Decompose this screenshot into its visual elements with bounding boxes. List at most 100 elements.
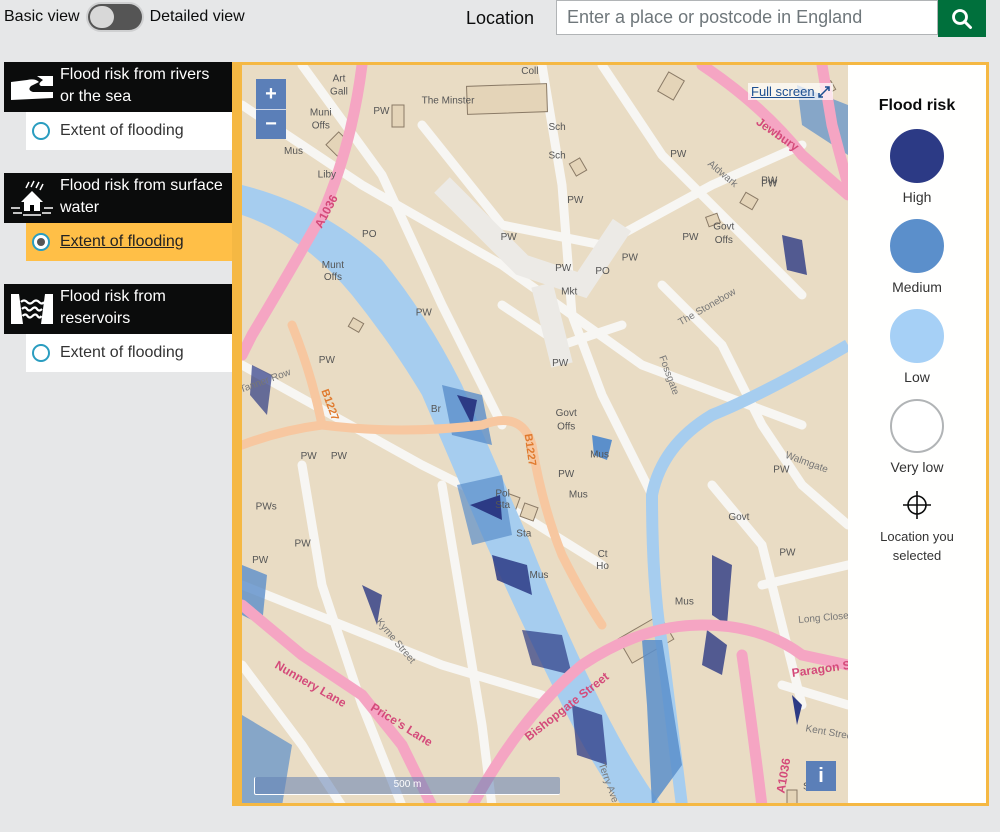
- map-place-label: Mus: [569, 490, 588, 501]
- crosshair-icon: [903, 491, 931, 519]
- map-place-label: Gall: [330, 87, 348, 98]
- map-place-label: PW: [301, 451, 318, 462]
- layer-title: Flood risk from rivers or the sea: [60, 66, 210, 105]
- map-place-label: Munt: [322, 260, 344, 271]
- legend-label: Low: [904, 369, 930, 385]
- map-place-label: PW: [373, 106, 390, 117]
- map-container[interactable]: Art Gall Coll The Minster Muni Offs PW Sch Mus Sc…: [232, 62, 989, 806]
- map-place-label: Offs: [324, 272, 342, 283]
- layer-header: Flood risk from surface water: [4, 173, 232, 223]
- map-place-label: Govt: [728, 512, 749, 523]
- layer-option-extent[interactable]: Extent of flooding: [26, 223, 232, 261]
- map-place-label: Mus: [284, 146, 303, 157]
- map-place-label: PO: [362, 229, 377, 240]
- map-place-label: PW: [682, 232, 699, 243]
- map-place-label: PW: [555, 263, 572, 274]
- legend-item-medium: Medium: [848, 219, 986, 295]
- expand-arrows-icon: [817, 85, 830, 98]
- location-label: Location: [466, 8, 535, 28]
- map-place-label: PW: [252, 555, 269, 566]
- map-place-label: Offs: [715, 235, 733, 246]
- basic-view-label: Basic view: [4, 8, 80, 25]
- layer-rivers-sea: Flood risk from rivers or the sea Extent…: [4, 62, 232, 150]
- map-place-label: Mus: [529, 570, 548, 581]
- radio-button-checked[interactable]: [32, 233, 50, 251]
- legend-label: Medium: [892, 279, 942, 295]
- legend-label: High: [902, 189, 932, 205]
- map-place-label: Liby: [318, 170, 336, 181]
- medium-risk-swatch: [890, 219, 944, 273]
- option-label: Extent of flooding: [60, 122, 184, 139]
- map-place-label: Pol: [495, 488, 509, 499]
- map-place-label: The Minster: [422, 96, 475, 107]
- map-place-label: PW: [670, 149, 687, 160]
- layer-header: Flood risk from rivers or the sea: [4, 62, 232, 112]
- option-label: Extent of flooding: [60, 344, 184, 361]
- low-risk-swatch: [890, 309, 944, 363]
- map-place-label: Sch: [549, 150, 566, 161]
- map-place-label: Govt: [556, 408, 577, 419]
- map-place-label: PW: [319, 355, 336, 366]
- map-place-label: PW: [501, 232, 518, 243]
- map-place-label: Br: [431, 404, 442, 415]
- map-place-label: Sta: [495, 500, 510, 511]
- map-place-label: Offs: [557, 422, 575, 433]
- map-place-label: Govt: [713, 222, 734, 233]
- legend-label: Location you selected: [880, 529, 954, 563]
- radio-button[interactable]: [32, 344, 50, 362]
- scale-bar: 500 m: [254, 777, 560, 795]
- surface-water-house-icon: [4, 175, 60, 221]
- toggle-knob: [89, 6, 114, 28]
- option-label: Extent of flooding: [60, 233, 184, 250]
- map-place-label: Sta: [516, 528, 531, 539]
- map-place-label: PW: [552, 358, 569, 369]
- map-place-label: Mkt: [561, 287, 577, 298]
- zoom-controls: + −: [256, 79, 286, 139]
- map-place-label: Ct: [598, 549, 608, 560]
- legend-item-location: Location you selected: [848, 489, 986, 565]
- layer-title: Flood risk from surface water: [60, 177, 223, 216]
- map-place-label: PW: [295, 539, 312, 550]
- layer-option-extent[interactable]: Extent of flooding: [26, 334, 232, 372]
- layer-option-extent[interactable]: Extent of flooding: [26, 112, 232, 150]
- fullscreen-link[interactable]: Full screen: [748, 83, 833, 100]
- legend-item-very-low: Very low: [848, 399, 986, 475]
- map-place-label: PWs: [256, 502, 277, 513]
- zoom-out-button[interactable]: −: [256, 109, 286, 139]
- map-place-label: PO: [595, 266, 610, 277]
- view-toggle-switch[interactable]: [87, 4, 142, 30]
- map-place-label: PW: [779, 548, 796, 559]
- legend-item-high: High: [848, 129, 986, 205]
- legend-item-low: Low: [848, 309, 986, 385]
- map-place-label: PW: [331, 451, 348, 462]
- map-place-label: PW: [567, 195, 584, 206]
- map-place-label: PW: [622, 253, 639, 264]
- info-button[interactable]: i: [806, 761, 836, 791]
- view-toggle-group: Basic view Detailed view: [4, 4, 245, 30]
- layer-title: Flood risk from reservoirs: [60, 288, 166, 327]
- legend-title: Flood risk: [878, 97, 956, 114]
- flood-risk-legend: Flood risk High Medium Low Very low Loca…: [848, 65, 986, 803]
- location-search-input[interactable]: [556, 0, 938, 35]
- fullscreen-label: Full screen: [751, 84, 815, 99]
- very-low-risk-swatch: [890, 399, 944, 453]
- map-place-label: PW: [773, 465, 790, 476]
- reservoir-icon: [4, 286, 60, 332]
- map-place-label: Offs: [312, 121, 330, 132]
- detailed-view-label: Detailed view: [149, 8, 245, 25]
- river-sea-icon: [4, 64, 60, 110]
- layer-reservoirs: Flood risk from reservoirs Extent of flo…: [4, 284, 232, 372]
- radio-button[interactable]: [32, 122, 50, 140]
- map-place-label: Mus: [590, 450, 609, 461]
- search-button[interactable]: [938, 0, 986, 37]
- map-canvas[interactable]: Art Gall Coll The Minster Muni Offs PW Sch Mus Sc…: [242, 65, 848, 806]
- legend-label: Very low: [890, 459, 944, 475]
- map-place-label: Ho: [596, 561, 609, 572]
- zoom-in-button[interactable]: +: [256, 79, 286, 109]
- map-place-label: PW: [416, 307, 433, 318]
- map-place-label: Mus: [675, 596, 694, 607]
- map-place-label: PW: [558, 469, 575, 480]
- search-icon: [952, 8, 972, 29]
- layer-surface-water: Flood risk from surface water Extent of …: [4, 173, 232, 261]
- map-place-label: Muni: [310, 107, 332, 118]
